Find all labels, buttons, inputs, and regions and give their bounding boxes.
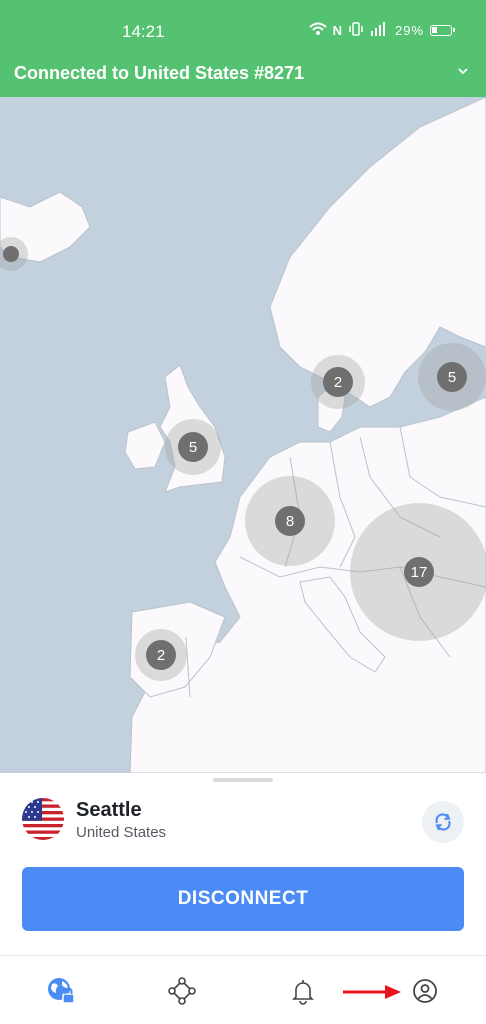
cluster-marker	[3, 246, 19, 262]
connection-header[interactable]: 14:21 N 29% Connected to United States #…	[0, 0, 486, 97]
status-time: 14:21	[122, 22, 165, 41]
nav-notifications[interactable]	[286, 974, 320, 1008]
connection-title: Connected to United States #8271	[14, 63, 305, 83]
bottom-nav	[0, 955, 486, 1024]
refresh-icon	[435, 813, 451, 831]
us-flag-icon	[22, 798, 64, 840]
status-bar: 14:21 N 29%	[0, 0, 486, 62]
bell-icon	[292, 980, 314, 1005]
cluster-count: 2	[146, 640, 176, 670]
meshnet-icon	[168, 977, 196, 1005]
cluster-baltics[interactable]: 5	[418, 343, 486, 411]
sheet-drag-handle[interactable]	[213, 778, 273, 782]
chevron-down-icon[interactable]	[456, 64, 470, 78]
cluster-count: 5	[178, 432, 208, 462]
cluster-central-europe[interactable]: 8	[245, 476, 335, 566]
nav-vpn[interactable]	[44, 974, 78, 1008]
battery-icon	[430, 25, 455, 36]
cluster-iberia[interactable]: 2	[135, 629, 187, 681]
nav-profile[interactable]	[408, 974, 442, 1008]
red-arrow-annotation	[343, 985, 401, 999]
europe-landmass	[0, 97, 486, 773]
cluster-count: 5	[437, 362, 467, 392]
cluster-count: 2	[323, 367, 353, 397]
disconnect-button[interactable]: DISCONNECT	[22, 867, 464, 931]
wifi-icon	[308, 22, 327, 39]
battery-text: 29%	[394, 23, 424, 38]
cluster-uk[interactable]: 5	[165, 419, 221, 475]
server-sheet: Seattle United States DISCONNECT	[0, 773, 486, 955]
cluster-southeast-europe[interactable]: 17	[350, 503, 486, 641]
cluster-denmark[interactable]: 2	[311, 355, 365, 409]
profile-icon	[413, 979, 437, 1003]
status-icons: N 29%	[308, 22, 455, 39]
nav-meshnet[interactable]	[165, 974, 199, 1008]
signal-icon	[369, 22, 389, 39]
vibrate-icon	[349, 22, 363, 39]
nfc-icon: N	[332, 23, 343, 38]
server-map[interactable]: 2 5 5 8 17 2	[0, 97, 486, 773]
cluster-count: 17	[404, 557, 434, 587]
cluster-count: 8	[275, 506, 305, 536]
server-city: Seattle	[76, 799, 142, 821]
server-country: United States	[76, 824, 167, 841]
globe-lock-icon	[48, 978, 75, 1004]
refresh-button[interactable]	[422, 801, 464, 843]
